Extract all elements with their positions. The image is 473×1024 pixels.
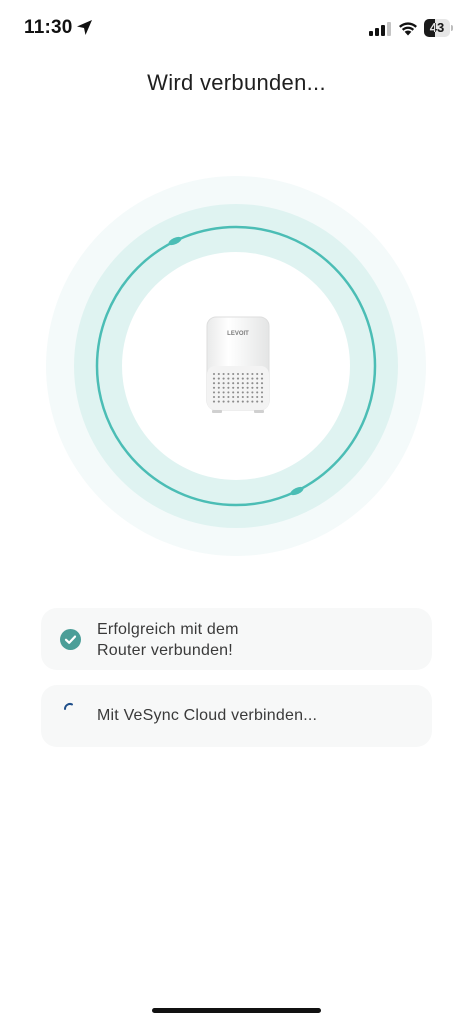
battery-icon: 43 — [424, 19, 453, 37]
home-indicator[interactable] — [152, 1008, 321, 1013]
air-purifier-image: LEVOIT — [206, 316, 270, 413]
check-circle-icon — [60, 629, 81, 650]
loading-spinner-icon — [63, 703, 73, 710]
step-text: Mit VeSync Cloud verbinden... — [97, 707, 318, 724]
brand-logo: LEVOIT — [227, 331, 249, 337]
step-card-cloud: Mit VeSync Cloud verbinden... — [41, 685, 432, 747]
step-text: Erfolgreich mit dem Router verbunden! — [97, 621, 239, 659]
step-card-router: Erfolgreich mit dem Router verbunden! — [41, 608, 432, 670]
status-time: 11:30 — [24, 17, 73, 38]
battery-cap — [451, 25, 453, 31]
status-bar: 11:30 43 — [0, 0, 473, 58]
wifi-icon — [399, 22, 417, 36]
battery-level: 43 — [429, 20, 445, 35]
location-arrow-icon — [77, 20, 92, 35]
cellular-signal-icon — [369, 22, 391, 36]
battery-body: 43 — [424, 19, 450, 37]
page-title: Wird verbunden... — [147, 70, 326, 95]
